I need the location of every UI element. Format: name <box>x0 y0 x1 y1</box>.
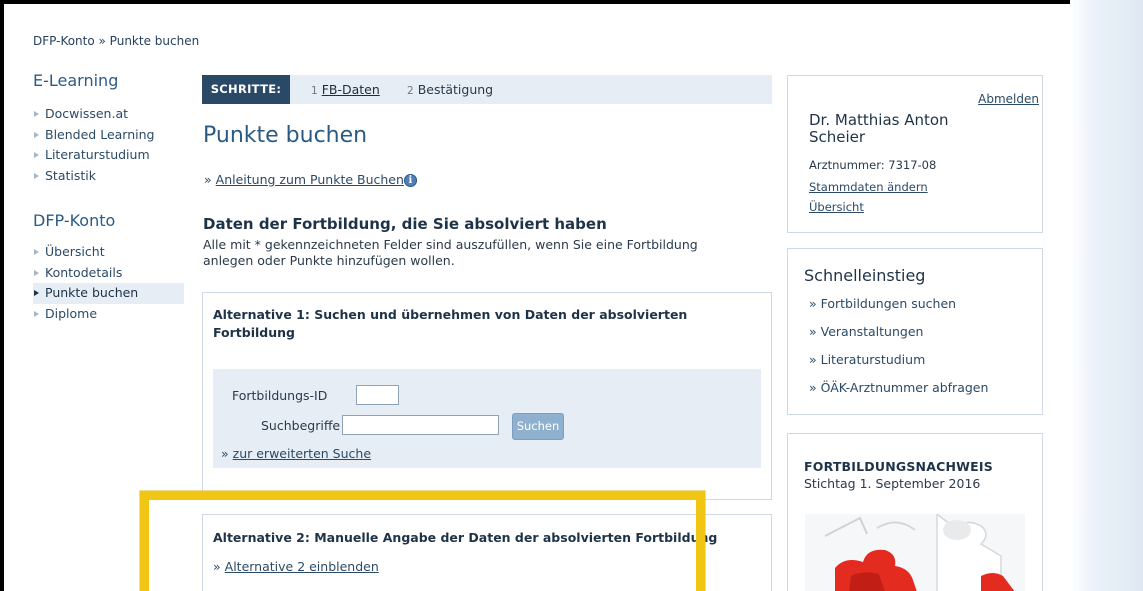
user-overview-link[interactable]: Übersicht <box>809 200 864 214</box>
alternative-1-title: Alternative 1: Suchen und übernehmen von… <box>213 307 688 340</box>
quick-access-title: Schnelleinstieg <box>804 266 926 285</box>
step-2-label: Bestätigung <box>417 82 494 97</box>
section-heading: Daten der Fortbildung, die Sie absolvier… <box>203 215 607 233</box>
suchbegriffe-label: Suchbegriffe <box>261 418 341 433</box>
nav-item-docwissen[interactable]: Docwissen.at <box>33 104 184 125</box>
puzzle-image[interactable] <box>805 514 1025 591</box>
certificate-box: FORTBILDUNGSNACHWEIS Stichtag 1. Septemb… <box>787 433 1043 591</box>
step-1[interactable]: 1 FB-Daten <box>311 82 380 97</box>
nav-item-blended-learning[interactable]: Blended Learning <box>33 125 184 146</box>
section-note: Alle mit * gekennzeichneten Felder sind … <box>203 237 698 268</box>
logout-link[interactable]: Abmelden <box>978 92 1039 106</box>
fortbildungs-id-label: Fortbildungs-ID <box>232 388 328 403</box>
step-1-number: 1 <box>311 85 318 97</box>
advanced-search-row: » zur erweiterten Suche <box>221 446 371 461</box>
user-name: Dr. Matthias Anton Scheier <box>809 111 949 146</box>
quick-link-arztnummer[interactable]: » ÖÄK-Arztnummer abfragen <box>809 380 988 395</box>
guide-link[interactable]: Anleitung zum Punkte Buchen <box>216 172 404 187</box>
nav-heading-dfp-konto: DFP-Konto <box>33 211 116 230</box>
step-2: 2 Bestätigung <box>407 82 493 97</box>
background-gradient <box>1070 0 1143 591</box>
stammdaten-link[interactable]: Stammdaten ändern <box>809 180 928 194</box>
guide-arrow: » <box>204 172 212 187</box>
nav-item-uebersicht[interactable]: Übersicht <box>33 242 184 263</box>
nav-item-statistik[interactable]: Statistik <box>33 166 184 187</box>
quick-link-fortbildungen[interactable]: » Fortbildungen suchen <box>809 296 956 311</box>
highlight-marker <box>140 491 705 591</box>
advanced-search-arrow: » <box>221 446 229 461</box>
step-1-link[interactable]: FB-Daten <box>322 82 380 97</box>
page-title: Punkte buchen <box>203 123 368 148</box>
fortbildungs-id-input[interactable] <box>356 385 399 405</box>
nav-list-dfp-konto: Übersicht Kontodetails Punkte buchen Dip… <box>33 242 184 324</box>
user-arztnummer: Arztnummer: 7317-08 <box>809 158 937 172</box>
nav-item-kontodetails[interactable]: Kontodetails <box>33 263 184 284</box>
nav-item-punkte-buchen[interactable]: Punkte buchen <box>33 283 184 304</box>
certificate-title: FORTBILDUNGSNACHWEIS <box>804 459 993 474</box>
nav-list-elearning: Docwissen.at Blended Learning Literaturs… <box>33 104 184 186</box>
nav-item-diplome[interactable]: Diplome <box>33 304 184 325</box>
certificate-date: Stichtag 1. September 2016 <box>804 476 981 491</box>
advanced-search-link[interactable]: zur erweiterten Suche <box>233 446 371 461</box>
suchbegriffe-input[interactable] <box>342 415 499 435</box>
quick-link-veranstaltungen[interactable]: » Veranstaltungen <box>809 324 923 339</box>
nav-item-literaturstudium[interactable]: Literaturstudium <box>33 145 184 166</box>
quick-link-literaturstudium[interactable]: » Literaturstudium <box>809 352 925 367</box>
nav-heading-elearning: E-Learning <box>33 71 119 90</box>
step-2-number: 2 <box>407 85 414 97</box>
info-icon[interactable]: i <box>403 174 417 187</box>
steps-label: SCHRITTE: <box>202 75 290 104</box>
quick-access-box: Schnelleinstieg » Fortbildungen suchen »… <box>787 248 1043 415</box>
user-box: Abmelden Dr. Matthias Anton Scheier Arzt… <box>787 75 1043 233</box>
search-button[interactable]: Suchen <box>512 413 564 440</box>
steps-bar: SCHRITTE: 1 FB-Daten 2 Bestätigung <box>202 75 772 104</box>
guide-link-row: » Anleitung zum Punkte Buchen i <box>204 172 417 187</box>
breadcrumb: DFP-Konto » Punkte buchen <box>33 34 200 48</box>
